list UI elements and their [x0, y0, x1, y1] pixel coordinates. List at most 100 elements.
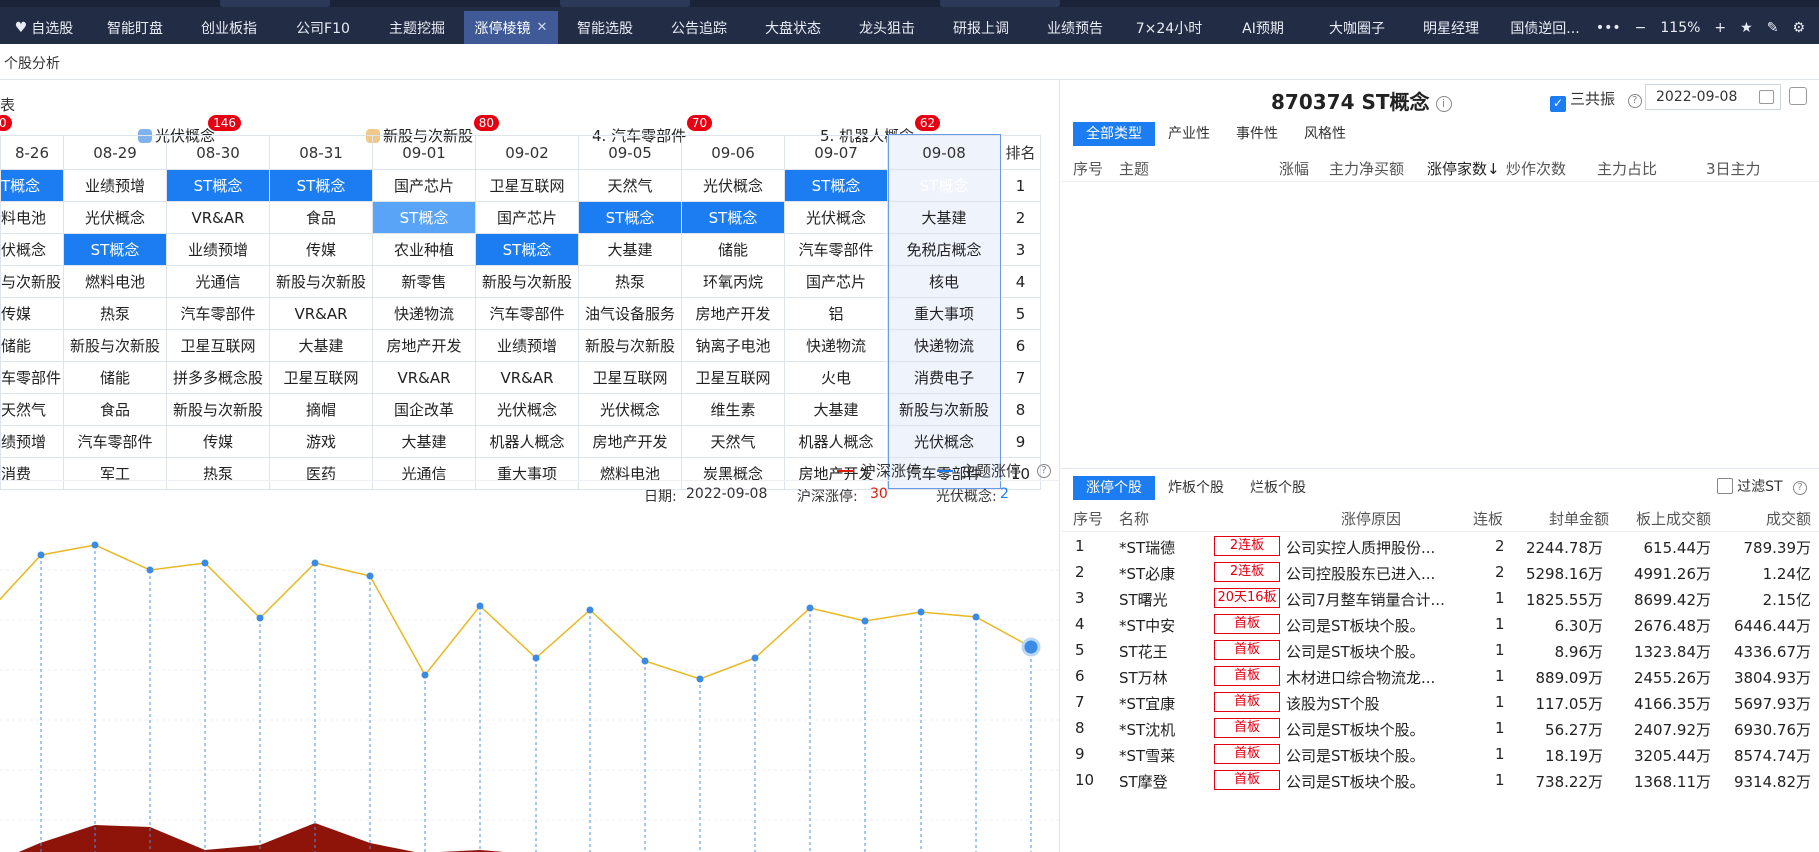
tab-14[interactable]: 大咖圈子 [1310, 11, 1404, 44]
chart-point[interactable] [421, 671, 429, 679]
pen-icon[interactable]: ✎ [1767, 20, 1779, 36]
pill-3[interactable]: 风格性 [1291, 122, 1359, 146]
theme-cell[interactable]: 储能 [63, 361, 167, 394]
theme-cell[interactable]: 消费电子 [887, 361, 1001, 394]
tab-4[interactable]: 主题挖掘 [370, 11, 464, 44]
chart-point[interactable] [641, 657, 649, 665]
tab-9[interactable]: 龙头狙击 [840, 11, 934, 44]
stock-row[interactable]: 8 *ST沈机 首板 公司是ST板块个股。 1 56.27万 2407.92万 6930.76… [1061, 715, 1819, 741]
tab-16[interactable]: 国债逆回... [1498, 11, 1592, 44]
date-header[interactable]: 08-31 [269, 135, 373, 170]
theme-cell[interactable]: 新股与次新股 [166, 393, 270, 426]
theme-cell[interactable]: 业绩预增 [166, 233, 270, 266]
chart-point[interactable] [532, 654, 540, 662]
theme-cell[interactable]: 钠离子电池 [681, 329, 785, 362]
theme-col-header[interactable]: 序号 [1073, 158, 1103, 179]
theme-cell[interactable]: 房地产开发 [372, 329, 476, 362]
theme-cell[interactable]: 油气设备服务 [578, 297, 682, 330]
theme-cell[interactable]: 汽车零部件 [475, 297, 579, 330]
theme-col-header[interactable]: 涨幅 [1279, 158, 1309, 179]
theme-cell[interactable]: 核电 [887, 265, 1001, 298]
stock-row[interactable]: 2 *ST必康 2连板 公司控股股东已进入... 2 5298.16万 4991.26万 1.… [1061, 559, 1819, 585]
checkbox-icon[interactable] [1717, 478, 1734, 494]
theme-cell[interactable]: 快递物流 [372, 297, 476, 330]
pill-2[interactable]: 事件性 [1223, 122, 1291, 146]
pill-0[interactable]: 涨停个股 [1073, 476, 1155, 500]
pill-1[interactable]: 炸板个股 [1155, 476, 1237, 500]
theme-cell[interactable]: 新股与次新股 [269, 265, 373, 298]
theme-cell[interactable]: 储能 [681, 233, 785, 266]
settings-icon[interactable]: ⚙ [1792, 20, 1805, 36]
theme-cell[interactable]: 燃料电池 [63, 265, 167, 298]
tab-13[interactable]: AI预期 [1216, 11, 1310, 44]
chart-point[interactable] [311, 559, 319, 567]
chart-point[interactable] [806, 604, 814, 612]
theme-cell[interactable]: 拼多多概念股 [166, 361, 270, 394]
tab-1[interactable]: 智能盯盘 [88, 11, 182, 44]
chart-point[interactable] [1021, 637, 1041, 657]
stock-row[interactable]: 7 *ST宜康 首板 该股为ST个股 1 117.05万 4166.35万 5697.93万 [1061, 689, 1819, 715]
stock-row[interactable]: 6 ST万林 首板 木材进口综合物流龙... 1 889.09万 2455.26万 3804.… [1061, 663, 1819, 689]
stock-col-header[interactable]: 成交额 [1766, 508, 1811, 529]
theme-cell[interactable]: 料电池 [0, 201, 64, 234]
stock-row[interactable]: 10 ST摩登 首板 公司是ST板块个股。 1 738.22万 1368.11万 9314.8… [1061, 767, 1819, 793]
theme-cell[interactable]: 与次新股 [0, 265, 64, 298]
chart-point[interactable] [917, 608, 925, 616]
stock-col-header[interactable]: 序号 [1073, 508, 1103, 529]
theme-cell[interactable]: 热泵 [578, 265, 682, 298]
theme-cell[interactable]: 卫星互联网 [681, 361, 785, 394]
theme-cell[interactable]: 储能 [0, 329, 64, 362]
theme-cell[interactable]: ST概念 [887, 169, 1001, 202]
help-icon[interactable]: ? [1037, 463, 1051, 478]
theme-cell[interactable]: 环氧丙烷 [681, 265, 785, 298]
theme-cell[interactable]: 光伏概念 [784, 201, 888, 234]
theme-cell[interactable]: 光伏概念 [578, 393, 682, 426]
theme-cell[interactable]: 传媒 [269, 233, 373, 266]
stock-col-header[interactable]: 封单金额 [1549, 508, 1609, 529]
date-header[interactable]: 09-01 [372, 135, 476, 170]
tab-5[interactable]: 涨停棱镜 ✕ [464, 11, 558, 44]
theme-cell[interactable]: 游戏 [269, 425, 373, 458]
theme-cell[interactable]: 火电 [784, 361, 888, 394]
theme-cell[interactable]: 天然气 [0, 393, 64, 426]
chart-point[interactable] [37, 551, 45, 559]
tab-12[interactable]: 7×24小时 [1122, 11, 1216, 44]
more-icon[interactable]: ••• [1596, 20, 1621, 36]
theme-cell[interactable]: 绩预增 [0, 425, 64, 458]
theme-cell[interactable]: 热泵 [63, 297, 167, 330]
theme-cell[interactable]: ST概念 [578, 201, 682, 234]
theme-cell[interactable]: 食品 [269, 201, 373, 234]
help-icon[interactable]: ? [1627, 94, 1642, 108]
theme-cell[interactable]: 车零部件 [0, 361, 64, 394]
theme-cell[interactable]: 新股与次新股 [887, 393, 1001, 426]
theme-cell[interactable]: 卫星互联网 [166, 329, 270, 362]
theme-cell[interactable]: 大基建 [578, 233, 682, 266]
help-icon[interactable]: ? [1793, 481, 1807, 495]
theme-cell[interactable]: 铝 [784, 297, 888, 330]
theme-cell[interactable]: 业绩预增 [63, 169, 167, 202]
tab-11[interactable]: 业绩预告 [1028, 11, 1122, 44]
date-header[interactable]: 09-07 [784, 135, 888, 170]
pill-0[interactable]: 全部类型 [1073, 122, 1155, 146]
theme-cell[interactable]: 国产芯片 [372, 169, 476, 202]
external-link-icon[interactable] [1789, 87, 1807, 105]
theme-cell[interactable]: 传媒 [0, 297, 64, 330]
chart-point[interactable] [256, 614, 264, 622]
date-header[interactable]: 09-06 [681, 135, 785, 170]
chart-point[interactable] [366, 572, 374, 580]
zoom-out-button[interactable]: − [1635, 20, 1647, 36]
theme-cell[interactable]: 伏概念 [0, 233, 64, 266]
chart-point[interactable] [972, 613, 980, 621]
calendar-icon[interactable] [1759, 90, 1774, 104]
tab-7[interactable]: 公告追踪 [652, 11, 746, 44]
date-header[interactable]: 09-02 [475, 135, 579, 170]
theme-cell[interactable]: 光伏概念 [887, 425, 1001, 458]
chart-point[interactable] [751, 654, 759, 662]
theme-cell[interactable]: 天然气 [578, 169, 682, 202]
theme-cell[interactable]: 汽车零部件 [784, 233, 888, 266]
theme-cell[interactable]: 国产芯片 [475, 201, 579, 234]
date-header[interactable]: 08-29 [63, 135, 167, 170]
theme-cell[interactable]: 重大事项 [887, 297, 1001, 330]
stock-row[interactable]: 4 *ST中安 首板 公司是ST板块个股。 1 6.30万 2676.48万 6446.44万 [1061, 611, 1819, 637]
theme-cell[interactable]: 新股与次新股 [63, 329, 167, 362]
